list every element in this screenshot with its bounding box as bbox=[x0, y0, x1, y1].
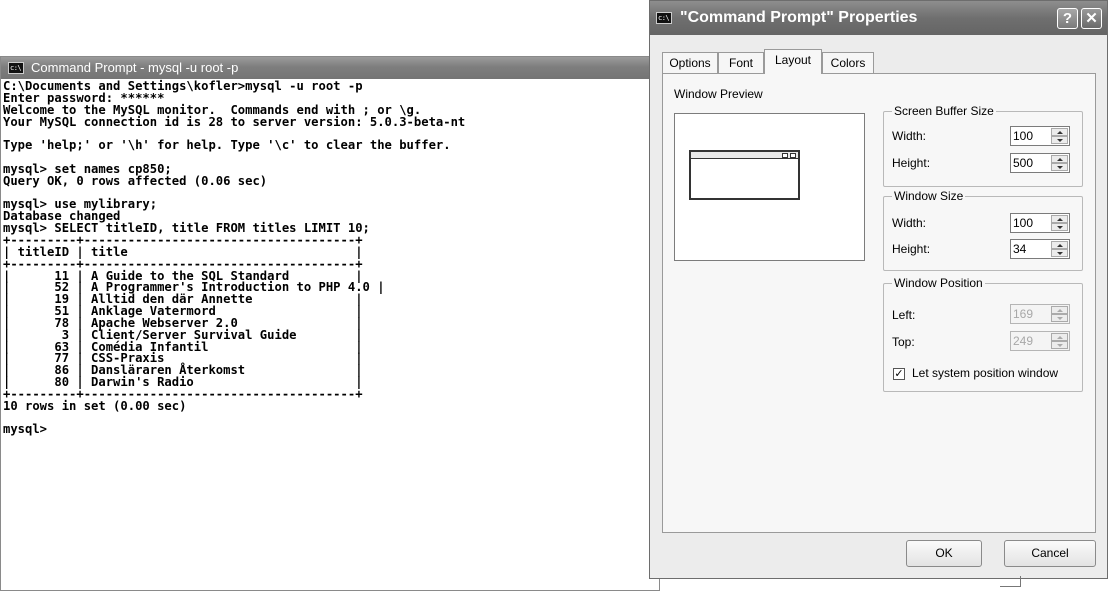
window-position-group: Window Position Left: Top: ✓ Let system … bbox=[883, 276, 1083, 392]
window-size-group: Window Size Width: Height: bbox=[883, 189, 1083, 271]
spin-down-icon[interactable] bbox=[1051, 163, 1068, 171]
help-button[interactable]: ? bbox=[1057, 8, 1078, 29]
buffer-height-spinner[interactable] bbox=[1010, 153, 1070, 173]
window-preview bbox=[674, 113, 865, 261]
close-button[interactable]: ✕ bbox=[1081, 8, 1102, 29]
spin-up-icon[interactable] bbox=[1051, 215, 1068, 223]
buffer-width-input[interactable] bbox=[1013, 128, 1049, 144]
spin-up-icon[interactable] bbox=[1051, 155, 1068, 163]
spin-up-icon[interactable] bbox=[1051, 241, 1068, 249]
resize-grip[interactable] bbox=[1000, 576, 1021, 587]
spin-up-icon bbox=[1051, 306, 1068, 314]
spin-down-icon[interactable] bbox=[1051, 249, 1068, 257]
properties-dialog: c:\ "Command Prompt" Properties ? ✕ Opti… bbox=[649, 0, 1108, 587]
console-title-bar[interactable]: c:\ Command Prompt - mysql -u root -p bbox=[1, 57, 659, 79]
console-title: Command Prompt - mysql -u root -p bbox=[31, 60, 239, 75]
tab-layout[interactable]: Layout bbox=[764, 49, 822, 74]
buffer-height-input[interactable] bbox=[1013, 155, 1049, 171]
preview-window-icon bbox=[689, 150, 800, 200]
command-prompt-window: c:\ Command Prompt - mysql -u root -p C:… bbox=[0, 56, 660, 591]
spin-down-icon bbox=[1051, 314, 1068, 322]
spin-down-icon bbox=[1051, 341, 1068, 349]
cmd-icon: c:\ bbox=[8, 62, 24, 74]
size-height-input[interactable] bbox=[1013, 241, 1049, 257]
position-top-input bbox=[1013, 333, 1049, 349]
position-left-label: Left: bbox=[892, 308, 916, 322]
spin-down-icon[interactable] bbox=[1051, 223, 1068, 231]
spin-up-icon[interactable] bbox=[1051, 128, 1068, 136]
size-height-label: Height: bbox=[892, 242, 931, 256]
window-position-title: Window Position bbox=[892, 276, 985, 290]
console-output[interactable]: C:\Documents and Settings\kofler>mysql -… bbox=[1, 79, 659, 436]
let-system-position-label[interactable]: Let system position window bbox=[912, 366, 1058, 380]
screen-buffer-group: Screen Buffer Size Width: Height: bbox=[883, 104, 1083, 187]
window-size-title: Window Size bbox=[892, 189, 966, 203]
spin-down-icon[interactable] bbox=[1051, 136, 1068, 144]
screen-buffer-title: Screen Buffer Size bbox=[892, 104, 996, 118]
tab-colors[interactable]: Colors bbox=[822, 52, 874, 73]
position-left-input bbox=[1013, 306, 1049, 322]
size-width-spinner[interactable] bbox=[1010, 213, 1070, 233]
spin-up-icon bbox=[1051, 333, 1068, 341]
buffer-width-label: Width: bbox=[892, 129, 927, 143]
window-preview-label: Window Preview bbox=[674, 87, 763, 101]
position-top-label: Top: bbox=[892, 335, 915, 349]
cancel-button[interactable]: Cancel bbox=[1004, 540, 1096, 567]
buffer-width-spinner[interactable] bbox=[1010, 126, 1070, 146]
buffer-height-label: Height: bbox=[892, 156, 931, 170]
tab-options[interactable]: Options bbox=[662, 52, 718, 73]
dialog-title: "Command Prompt" Properties bbox=[680, 9, 918, 26]
dialog-title-bar[interactable]: c:\ "Command Prompt" Properties ? ✕ bbox=[650, 1, 1107, 35]
let-system-position-checkbox[interactable]: ✓ bbox=[893, 368, 905, 380]
cmd-icon: c:\ bbox=[656, 12, 672, 24]
position-top-spinner bbox=[1010, 331, 1070, 351]
position-left-spinner bbox=[1010, 304, 1070, 324]
size-width-input[interactable] bbox=[1013, 215, 1049, 231]
tab-font[interactable]: Font bbox=[718, 52, 764, 73]
size-width-label: Width: bbox=[892, 216, 927, 230]
ok-button[interactable]: OK bbox=[906, 540, 982, 567]
size-height-spinner[interactable] bbox=[1010, 239, 1070, 259]
